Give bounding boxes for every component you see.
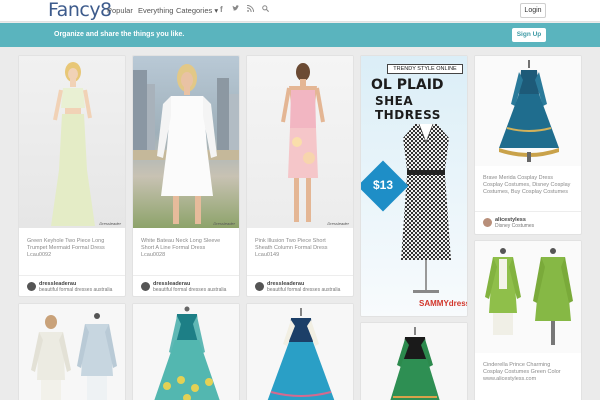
- pin-title-line[interactable]: Sheath Column Formal Dress: [255, 245, 327, 252]
- pin-title-line[interactable]: White Bateau Neck Long Sleeve: [141, 238, 220, 245]
- site-logo[interactable]: Fancy8: [48, 0, 112, 20]
- login-button[interactable]: Login: [520, 3, 546, 18]
- elsa-fever-dress-image: [154, 306, 220, 400]
- avatar[interactable]: [255, 282, 264, 291]
- twitter-icon[interactable]: [232, 5, 239, 15]
- pin-card[interactable]: Brave Merida Cosplay Dress Cosplay Costu…: [474, 55, 582, 235]
- pin-image[interactable]: [475, 56, 581, 166]
- pin-title-line[interactable]: Cosplay Costumes, Disney Cosplay: [483, 182, 570, 189]
- pin-card[interactable]: [18, 303, 126, 400]
- pin-card[interactable]: [360, 322, 468, 400]
- avatar[interactable]: [27, 282, 36, 291]
- pink-dress-image: [281, 63, 325, 222]
- ad-headline-2: SHEA THDRESS: [375, 94, 441, 122]
- price-text: $13: [372, 178, 394, 192]
- pin-title-line[interactable]: Trumpet Mermaid Formal Dress: [27, 245, 105, 252]
- nav-everything-link[interactable]: Everything: [138, 6, 173, 16]
- nav-categories-dropdown[interactable]: Categories ▾: [176, 6, 218, 16]
- sammydress-logo: SAMMYdress: [419, 299, 468, 308]
- pin-title-line[interactable]: Lcau0028: [141, 252, 165, 259]
- dressleader-watermark: Dressleader: [327, 221, 349, 226]
- pin-card[interactable]: [246, 303, 354, 400]
- white-dress-image: [133, 64, 239, 224]
- pin-image[interactable]: Dressleader: [19, 56, 125, 228]
- pin-footer: dressleaderau beautiful formal dresses a…: [247, 275, 353, 296]
- pin-footer: alicestyless Disney Costumes: [475, 211, 581, 233]
- prince-costume-white-image: [31, 313, 117, 400]
- merida-dress-image: [499, 60, 559, 162]
- avatar[interactable]: [141, 282, 150, 291]
- avatar[interactable]: [483, 218, 492, 227]
- pin-image[interactable]: [133, 304, 239, 400]
- top-navbar: Fancy8 Popular Everything Categories ▾ f…: [0, 0, 600, 22]
- pin-board[interactable]: Disney Costumes: [495, 223, 534, 229]
- pin-title-line[interactable]: www.alicestyless.com: [483, 376, 536, 383]
- green-dress-image: [51, 62, 95, 226]
- anna-coronation-dress-image: [390, 327, 440, 400]
- pin-footer: dressleaderau beautiful formal dresses a…: [19, 275, 125, 296]
- pin-image[interactable]: Dressleader: [247, 56, 353, 228]
- pin-title-line[interactable]: Brave Merida Cosplay Dress: [483, 175, 553, 182]
- welcome-banner: Organize and share the things you like. …: [0, 23, 600, 47]
- pin-image[interactable]: [19, 304, 125, 400]
- pin-card[interactable]: [132, 303, 240, 400]
- pin-board[interactable]: beautiful formal dresses australia: [267, 287, 340, 293]
- pin-card[interactable]: Dressleader Pink Illusion Two Piece Shor…: [246, 55, 354, 297]
- pin-card[interactable]: Cinderella Prince Charming Cosplay Costu…: [474, 240, 582, 400]
- pin-image[interactable]: [247, 304, 353, 400]
- dressleader-watermark: Dressleader: [213, 221, 235, 226]
- search-icon[interactable]: [262, 5, 270, 15]
- rss-icon[interactable]: [246, 4, 255, 15]
- pin-image[interactable]: [475, 241, 581, 353]
- pin-title-line[interactable]: Short A Line Formal Dress: [141, 245, 205, 252]
- dressleader-watermark: Dressleader: [99, 221, 121, 226]
- ad-card[interactable]: TRENDY STYLE ONLINE OL PLAID SHEA THDRES…: [360, 55, 468, 317]
- pin-board[interactable]: beautiful formal dresses australia: [39, 287, 112, 293]
- pin-card[interactable]: Dressleader Green Keyhole Two Piece Long…: [18, 55, 126, 297]
- signup-button[interactable]: Sign Up: [512, 28, 546, 42]
- pin-title-line[interactable]: Lcau0092: [27, 252, 51, 259]
- pin-title-line[interactable]: Costumes, Buy Cosplay Costumes: [483, 189, 568, 196]
- pin-title-line[interactable]: Pink Illusion Two Piece Short: [255, 238, 326, 245]
- pin-title-line[interactable]: Cinderella Prince Charming: [483, 362, 550, 369]
- anna-dress-image: [267, 308, 335, 400]
- prince-costume-image: [485, 248, 573, 345]
- pin-title-line[interactable]: Cosplay Costumes Green Color: [483, 369, 561, 376]
- pin-image[interactable]: Dressleader: [133, 56, 239, 228]
- pin-card[interactable]: Dressleader White Bateau Neck Long Sleev…: [132, 55, 240, 297]
- pin-board[interactable]: beautiful formal dresses australia: [153, 287, 226, 293]
- ad-headline-1: OL PLAID: [371, 77, 444, 93]
- pin-image[interactable]: [361, 323, 467, 400]
- pin-title-line[interactable]: Lcau0149: [255, 252, 279, 259]
- nav-popular-link[interactable]: Popular: [107, 6, 133, 16]
- ad-trendy-label: TRENDY STYLE ONLINE: [387, 64, 463, 74]
- facebook-icon[interactable]: f: [220, 5, 223, 15]
- banner-tagline: Organize and share the things you like.: [54, 31, 185, 38]
- plaid-dress-image: [401, 123, 451, 293]
- ad-image[interactable]: TRENDY STYLE ONLINE OL PLAID SHEA THDRES…: [361, 56, 468, 316]
- pin-title-line[interactable]: Green Keyhole Two Piece Long: [27, 238, 104, 245]
- pin-footer: dressleaderau beautiful formal dresses a…: [133, 275, 239, 296]
